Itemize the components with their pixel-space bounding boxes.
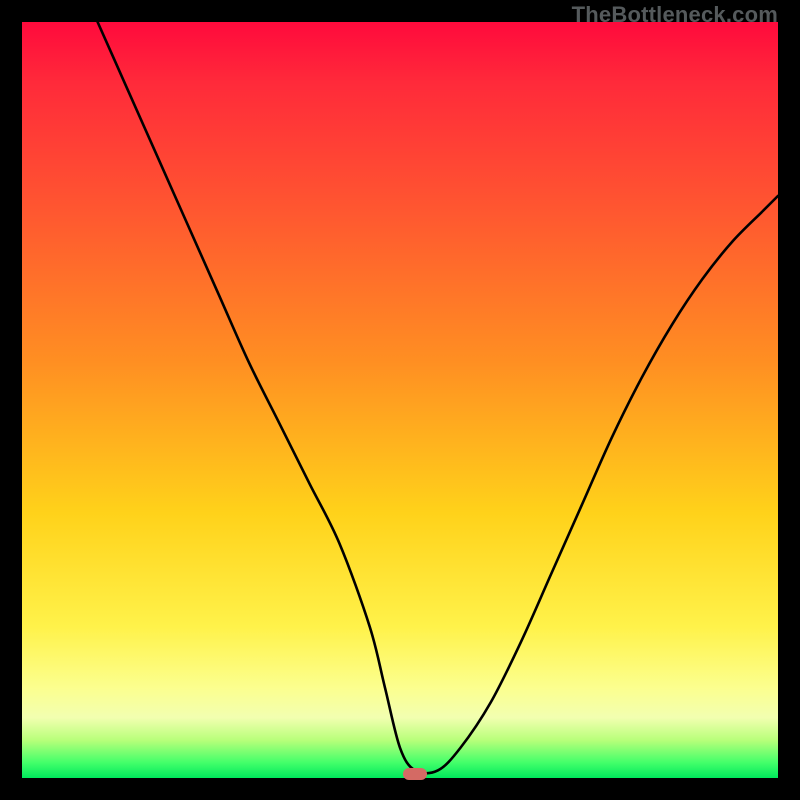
optimum-marker <box>403 768 427 780</box>
bottleneck-curve <box>22 22 778 778</box>
chart-frame: TheBottleneck.com <box>0 0 800 800</box>
plot-area <box>22 22 778 778</box>
